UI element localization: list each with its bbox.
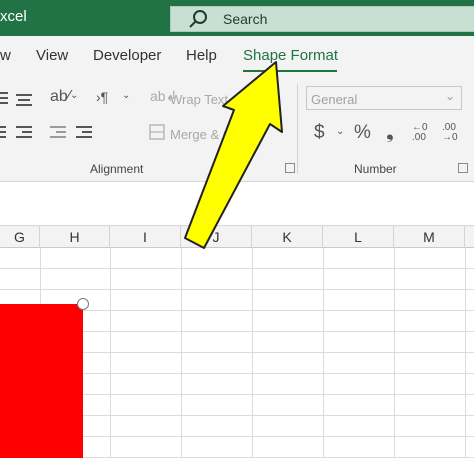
yellow-arrow-annotation bbox=[184, 61, 283, 249]
